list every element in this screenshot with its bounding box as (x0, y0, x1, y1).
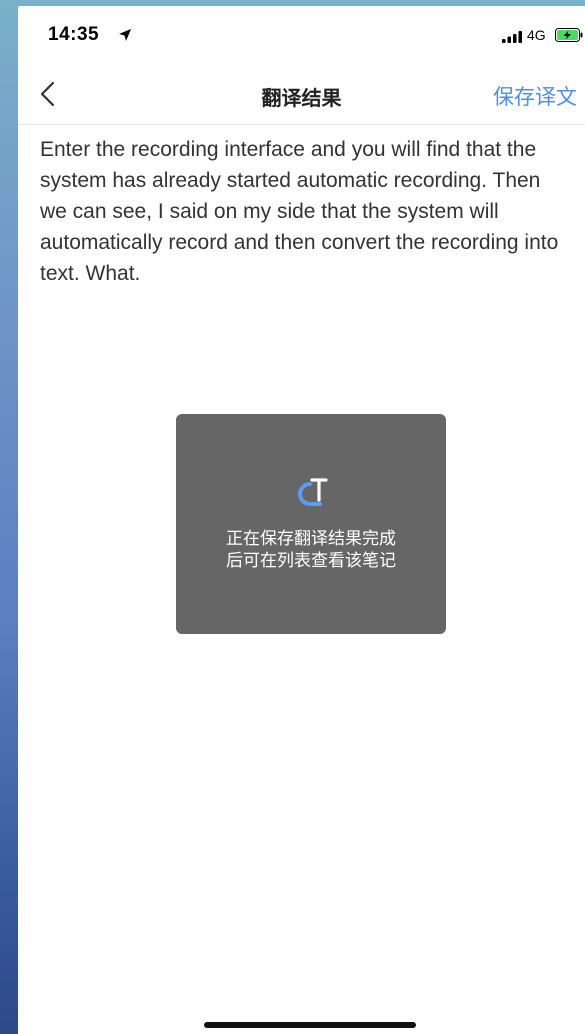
nav-bar: 翻译结果 保存译文 (18, 64, 585, 125)
loading-logo-icon (298, 478, 328, 506)
signal-icon (502, 31, 522, 43)
battery-charging-icon (555, 28, 583, 42)
saving-toast: 正在保存翻译结果完成 后可在列表查看该笔记 (176, 414, 446, 634)
toast-line-2: 后可在列表查看该笔记 (226, 551, 396, 571)
phone-screen: 14:35 4G 翻译结果 保存译文 Enter the recording i… (18, 6, 585, 1034)
home-indicator[interactable] (204, 1022, 416, 1028)
status-time: 14:35 (48, 24, 100, 45)
toast-message: 正在保存翻译结果完成 后可在列表查看该笔记 (176, 528, 446, 572)
status-bar: 14:35 4G (18, 6, 585, 64)
network-type: 4G (527, 27, 546, 43)
toast-line-1: 正在保存翻译结果完成 (226, 529, 396, 549)
save-translation-button[interactable]: 保存译文 (493, 81, 577, 111)
location-arrow-icon (119, 29, 131, 41)
translation-text: Enter the recording interface and you wi… (40, 138, 559, 285)
